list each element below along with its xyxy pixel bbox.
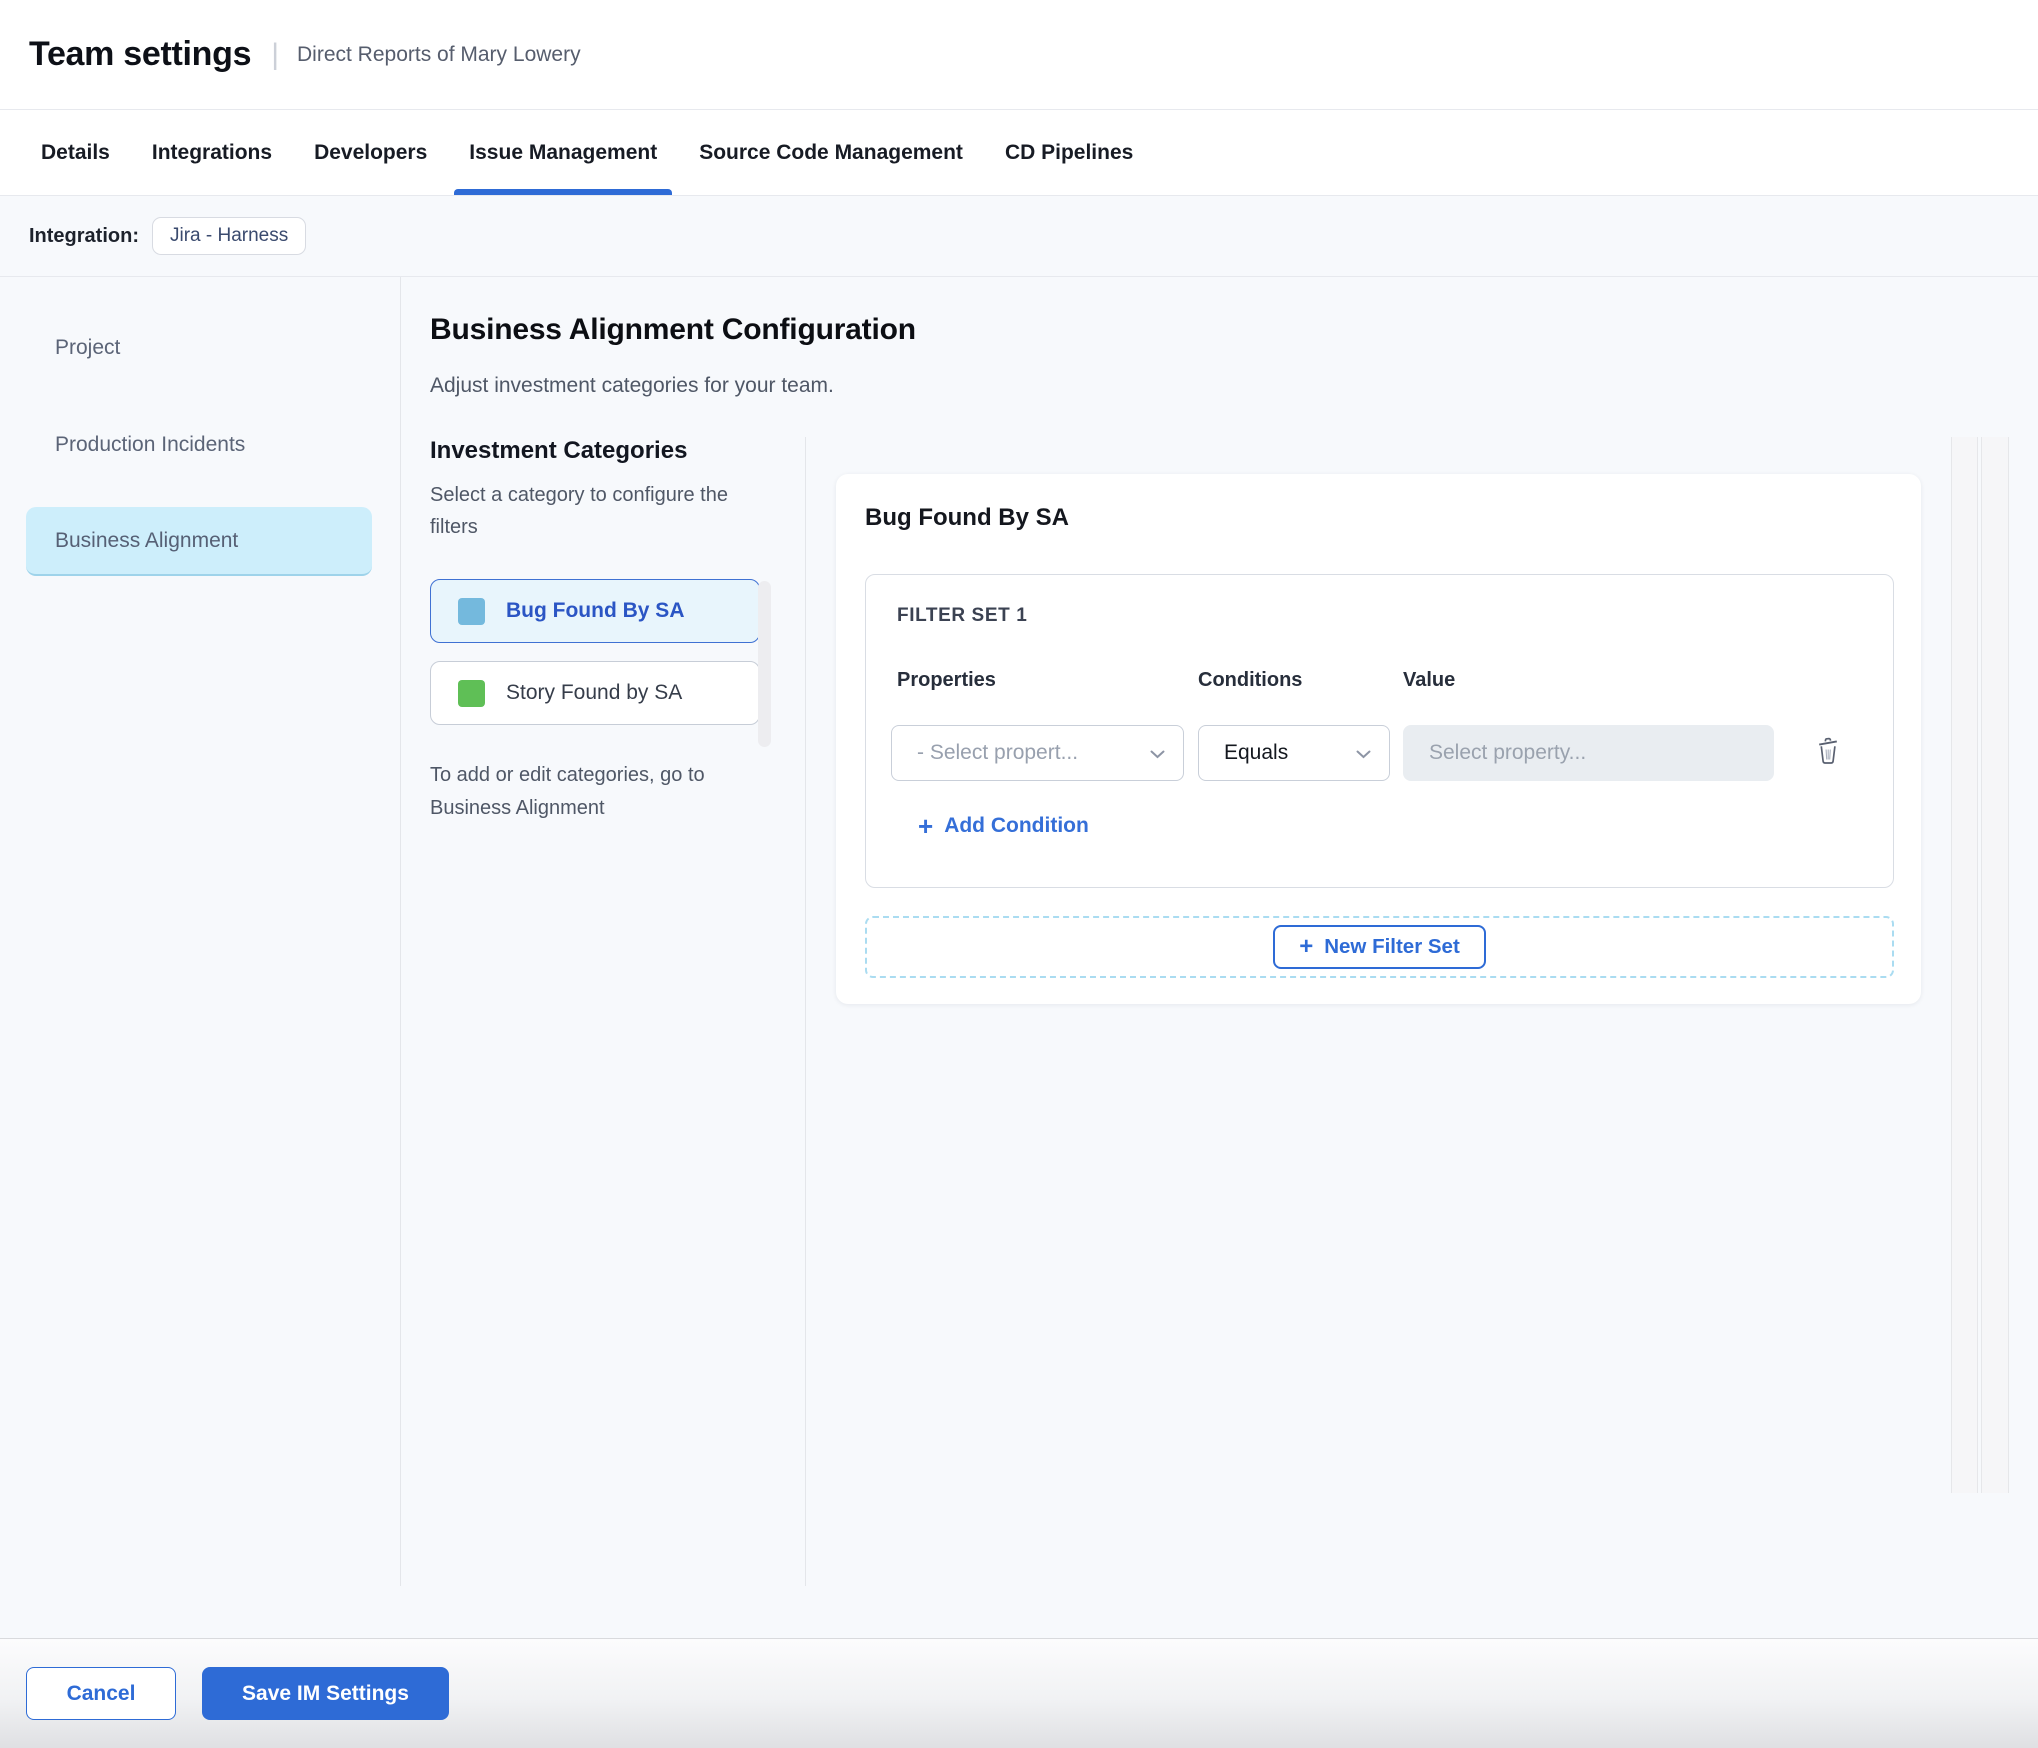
page-header: Team settings | Direct Reports of Mary L… [0,0,2038,110]
category-color-swatch [458,679,485,707]
tab-bar: Details Integrations Developers Issue Ma… [0,110,2038,196]
filter-set-title: FILTER SET 1 [897,605,1028,626]
title-separator: | [271,37,279,71]
categories-scrollbar[interactable] [758,581,771,747]
property-select[interactable]: - Select propert... [891,725,1184,781]
tab-issue-management[interactable]: Issue Management [454,110,673,195]
column-label-value: Value [1403,669,1456,691]
category-list: Bug Found By SA Story Found by SA [430,579,782,725]
tab-cd-pipelines[interactable]: CD Pipelines [990,110,1148,195]
section-subtitle: Adjust investment categories for your te… [430,374,834,397]
new-filter-set-button[interactable]: + New Filter Set [1273,925,1486,969]
add-condition-button[interactable]: + Add Condition [918,813,1089,839]
categories-title: Investment Categories [430,437,688,464]
column-label-conditions: Conditions [1198,669,1303,691]
chevron-down-icon [1356,741,1371,765]
category-item-bug-found-by-sa[interactable]: Bug Found By SA [430,579,760,643]
sidebar-divider [400,277,401,1586]
plus-icon: + [918,811,934,841]
column-label-properties: Properties [897,669,996,691]
plus-icon: + [1299,933,1314,960]
team-settings-page: Team settings | Direct Reports of Mary L… [0,0,2038,1748]
tab-source-code-management[interactable]: Source Code Management [684,110,978,195]
filter-config-card: Bug Found By SA FILTER SET 1 Properties … [836,474,1921,1004]
integration-chip[interactable]: Jira - Harness [152,217,307,255]
footer-action-bar: Cancel Save IM Settings [0,1638,2038,1748]
trash-icon [1816,736,1840,768]
new-filter-set-label: New Filter Set [1324,935,1460,958]
outer-scrollbar-track[interactable] [1981,437,2009,1493]
sidebar-item-production-incidents[interactable]: Production Incidents [26,410,372,479]
category-label: Bug Found By SA [506,599,685,622]
property-select-placeholder: - Select propert... [917,741,1079,764]
panel-divider [805,437,806,1586]
tab-developers[interactable]: Developers [299,110,442,195]
sidebar-item-business-alignment[interactable]: Business Alignment [26,507,372,576]
settings-sidebar: Project Production Incidents Business Al… [0,313,400,604]
add-condition-label: Add Condition [944,814,1089,837]
filter-card-title: Bug Found By SA [865,504,1069,531]
tab-details[interactable]: Details [26,110,125,195]
settings-body: Project Production Incidents Business Al… [0,277,2038,1638]
category-color-swatch [458,597,485,625]
investment-categories-panel: Investment Categories Select a category … [430,437,782,825]
chevron-down-icon [1150,741,1165,765]
delete-condition-button[interactable] [1804,727,1852,777]
value-input[interactable] [1403,725,1774,781]
page-subtitle: Direct Reports of Mary Lowery [297,42,581,66]
tab-integrations[interactable]: Integrations [137,110,287,195]
categories-footnote: To add or edit categories, go to Busines… [430,764,705,819]
categories-hint: Select a category to configure the filte… [430,484,728,538]
page-title: Team settings [29,35,252,73]
filter-set-card: FILTER SET 1 Properties Conditions Value… [865,574,1894,888]
integration-row: Integration: Jira - Harness [0,196,2038,277]
condition-select-value: Equals [1224,741,1289,764]
new-filter-set-dropzone: + New Filter Set [865,916,1894,978]
inner-scrollbar-track[interactable] [1951,437,1978,1493]
integration-label: Integration: [29,224,139,247]
sidebar-item-project[interactable]: Project [26,313,372,382]
category-item-story-found-by-sa[interactable]: Story Found by SA [430,661,760,725]
save-button[interactable]: Save IM Settings [202,1667,449,1720]
section-title: Business Alignment Configuration [430,313,916,346]
category-label: Story Found by SA [506,681,683,704]
condition-select[interactable]: Equals [1198,725,1390,781]
cancel-button[interactable]: Cancel [26,1667,176,1720]
